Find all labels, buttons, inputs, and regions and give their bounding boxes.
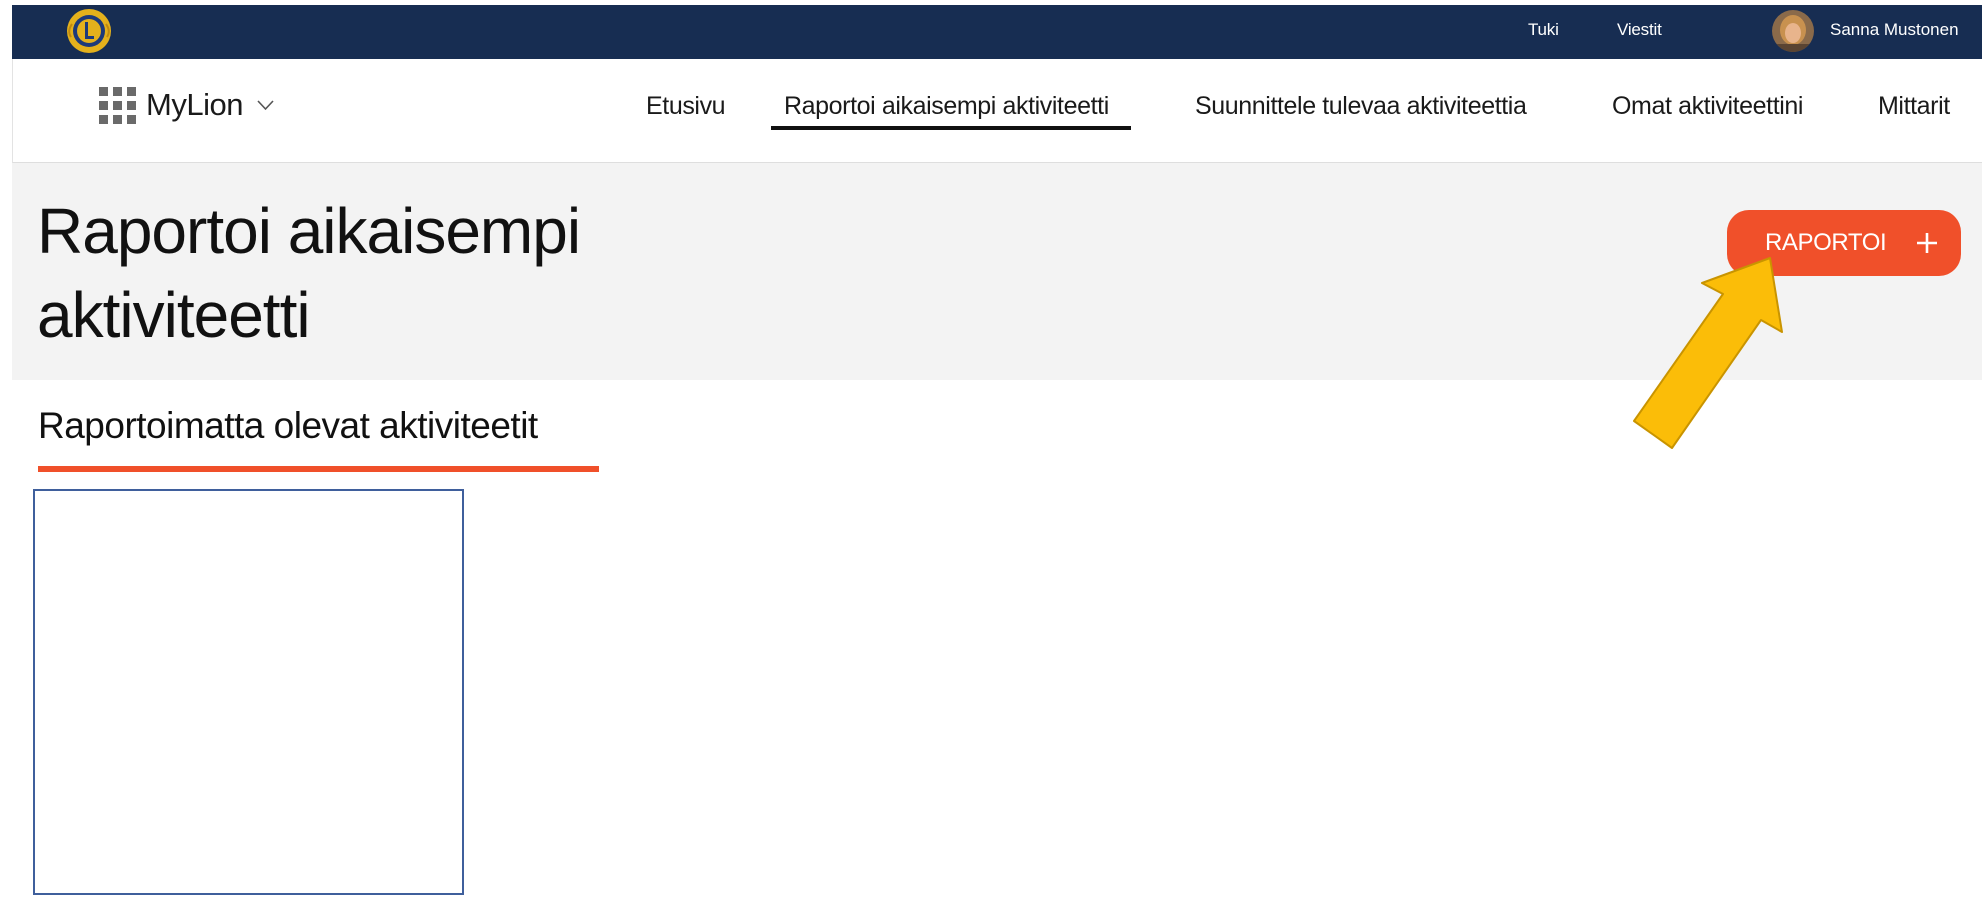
page: Tuki Viestit Sanna Mustonen MyLion Etusi…	[0, 0, 1982, 913]
section-underline	[38, 466, 599, 472]
chevron-down-icon[interactable]	[257, 99, 274, 111]
activity-card[interactable]	[33, 489, 464, 895]
user-name[interactable]: Sanna Mustonen	[1830, 20, 1959, 40]
main-navigation: MyLion Etusivu Raportoi aikaisempi aktiv…	[12, 59, 1982, 163]
nav-item-metrics[interactable]: Mittarit	[1878, 92, 1950, 121]
nav-item-plan-activity[interactable]: Suunnittele tulevaa aktiviteettia	[1195, 92, 1527, 121]
apps-grid-icon[interactable]	[99, 87, 136, 124]
mylion-brand[interactable]: MyLion	[146, 87, 243, 123]
section-title: Raportoimatta olevat aktiviteetit	[38, 405, 538, 446]
page-title-line-1: Raportoi aikaisempi	[37, 195, 581, 267]
nav-item-my-activities[interactable]: Omat aktiviteettini	[1612, 92, 1803, 121]
page-title-line-2: aktiviteetti	[37, 279, 311, 351]
avatar[interactable]	[1772, 10, 1814, 52]
active-nav-underline	[771, 126, 1131, 130]
plus-icon	[1917, 233, 1937, 253]
support-link[interactable]: Tuki	[1528, 20, 1559, 40]
messages-link[interactable]: Viestit	[1617, 20, 1662, 40]
lions-logo[interactable]	[65, 7, 113, 55]
nav-item-etusivu[interactable]: Etusivu	[646, 92, 726, 121]
top-utility-bar: Tuki Viestit Sanna Mustonen	[12, 5, 1982, 59]
arrow-icon	[1633, 257, 1783, 449]
nav-item-report-past-activity[interactable]: Raportoi aikaisempi aktiviteetti	[784, 92, 1109, 121]
page-title: Raportoi aikaisempi aktiviteetti	[37, 189, 797, 357]
